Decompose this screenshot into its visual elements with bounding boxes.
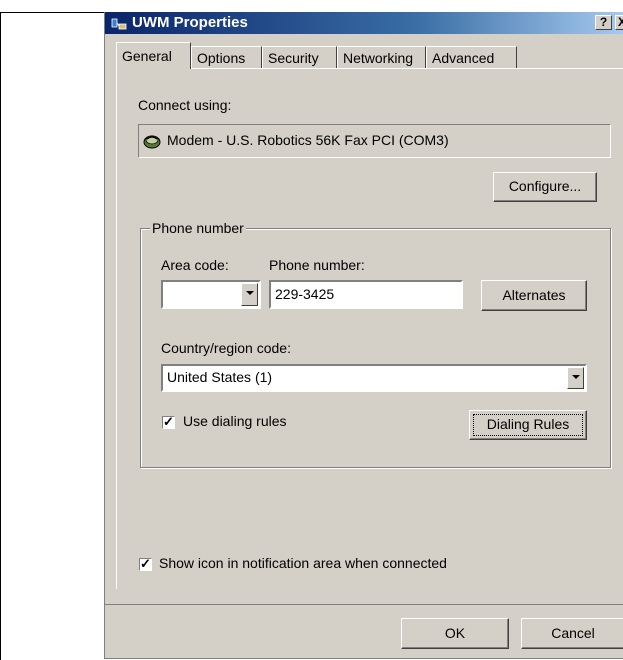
tab-advanced[interactable]: Advanced [426,46,517,68]
chevron-down-icon[interactable] [567,367,584,389]
properties-dialog: UWM Properties ? X General Options Secur… [104,12,623,659]
dialing-rules-button-label: Dialing Rules [486,416,570,432]
tab-label: Networking [343,50,414,66]
tab-label: General [122,48,172,64]
connect-using-device-box: Modem - U.S. Robotics 56K Fax PCI (COM3) [138,124,611,158]
configure-button-label: Configure... [508,178,582,194]
modem-icon [143,135,161,149]
device-name: Modem - U.S. Robotics 56K Fax PCI (COM3) [167,132,449,148]
close-button[interactable]: X [615,15,623,30]
close-icon: X [618,16,623,29]
show-icon-checkbox[interactable]: ✓ [139,556,152,571]
alternates-button-label: Alternates [502,287,566,303]
ok-button-label: OK [444,625,466,641]
divider [105,604,623,605]
cancel-button[interactable]: Cancel [521,618,623,649]
network-connection-icon [111,18,127,30]
checkmark-icon: ✓ [140,556,151,571]
checkmark-icon: ✓ [163,414,174,429]
phone-number-label: Phone number: [269,257,365,273]
country-region-label: Country/region code: [161,340,291,356]
cancel-button-label: Cancel [551,625,595,641]
area-code-dropdown[interactable] [161,280,261,309]
country-region-dropdown[interactable]: United States (1) [161,364,587,392]
area-code-label: Area code: [161,257,229,273]
tab-label: Security [268,50,319,66]
tab-networking[interactable]: Networking [337,46,426,68]
window-title: UWM Properties [132,14,248,31]
tab-label: Options [197,50,246,66]
window-frame-left [0,12,1,660]
alternates-button[interactable]: Alternates [481,280,587,311]
tab-label: Advanced [432,50,495,66]
tab-options[interactable]: Options [191,46,262,68]
country-region-value: United States (1) [167,369,273,385]
phone-number-group-label: Phone number [150,220,246,236]
use-dialing-rules-checkbox[interactable]: ✓ [162,414,175,429]
configure-button[interactable]: Configure... [493,172,597,202]
dialing-rules-button[interactable]: Dialing Rules [469,410,587,440]
help-icon: ? [599,15,608,29]
phone-number-value: 229-3425 [275,286,335,302]
use-dialing-rules-label[interactable]: Use dialing rules [183,413,287,429]
help-button[interactable]: ? [595,15,612,30]
phone-number-input[interactable]: 229-3425 [269,280,463,309]
connect-using-label: Connect using: [138,97,232,113]
tab-general[interactable]: General [116,42,191,69]
ok-button[interactable]: OK [401,618,509,649]
show-icon-label[interactable]: Show icon in notification area when conn… [159,555,447,571]
tab-security[interactable]: Security [262,46,337,68]
chevron-down-icon[interactable] [241,283,258,306]
title-bar[interactable]: UWM Properties ? X [105,12,623,34]
